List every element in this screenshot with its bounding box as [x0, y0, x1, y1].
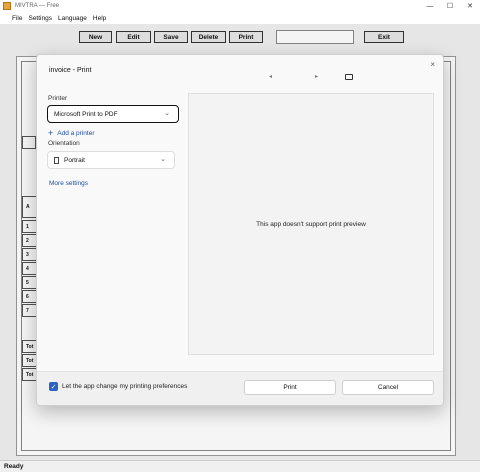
minimize-button[interactable]: —	[420, 0, 440, 12]
dialog-footer: ✓ Let the app change my printing prefere…	[37, 371, 443, 405]
printer-value: Microsoft Print to PDF	[54, 110, 118, 118]
preview-message: This app doesn't support print preview	[256, 220, 366, 228]
close-icon[interactable]: ×	[430, 60, 435, 69]
window-title: MIVTRA — Free	[15, 3, 60, 9]
print-preview-area: This app doesn't support print preview	[188, 93, 434, 355]
window-controls: — ☐ ✕	[420, 0, 480, 12]
fit-page-icon[interactable]	[345, 74, 353, 80]
portrait-icon	[54, 156, 59, 164]
chevron-down-icon: ⌄	[164, 110, 170, 117]
more-settings-link[interactable]: More settings	[49, 180, 88, 187]
check-icon: ✓	[50, 383, 57, 391]
preferences-checkbox-label: Let the app change my printing preferenc…	[62, 383, 188, 390]
plus-icon: +	[48, 128, 54, 138]
menu-bar: File Settings Language Help	[0, 12, 480, 24]
dialog-title: invoice - Print	[49, 67, 92, 74]
dialog-print-button[interactable]: Print	[244, 380, 336, 395]
menu-settings[interactable]: Settings	[28, 15, 52, 22]
dialog-cancel-button[interactable]: Cancel	[342, 380, 434, 395]
orientation-select[interactable]: Portrait ⌄	[47, 151, 175, 169]
orientation-label: Orientation	[48, 140, 80, 147]
add-printer-link[interactable]: + Add a printer	[48, 128, 94, 138]
previous-page-icon[interactable]: ◂	[269, 73, 272, 80]
printer-label: Printer	[48, 95, 68, 102]
menu-language[interactable]: Language	[58, 15, 87, 22]
printer-select[interactable]: Microsoft Print to PDF ⌄	[47, 105, 179, 123]
menu-help[interactable]: Help	[93, 15, 106, 22]
maximize-button[interactable]: ☐	[440, 0, 460, 12]
chevron-down-icon: ⌄	[160, 156, 166, 163]
close-window-button[interactable]: ✕	[460, 0, 480, 12]
title-bar: MIVTRA — Free — ☐ ✕	[0, 0, 480, 12]
menu-file[interactable]: File	[12, 15, 22, 22]
print-dialog: invoice - Print × ◂ ▸ Printer Microsoft …	[36, 54, 444, 406]
orientation-value: Portrait	[64, 156, 85, 164]
next-page-icon[interactable]: ▸	[315, 73, 318, 80]
preferences-checkbox[interactable]: ✓	[49, 382, 58, 391]
status-bar: Ready	[0, 460, 480, 472]
app-icon	[3, 2, 11, 10]
add-printer-label: Add a printer	[57, 129, 95, 137]
